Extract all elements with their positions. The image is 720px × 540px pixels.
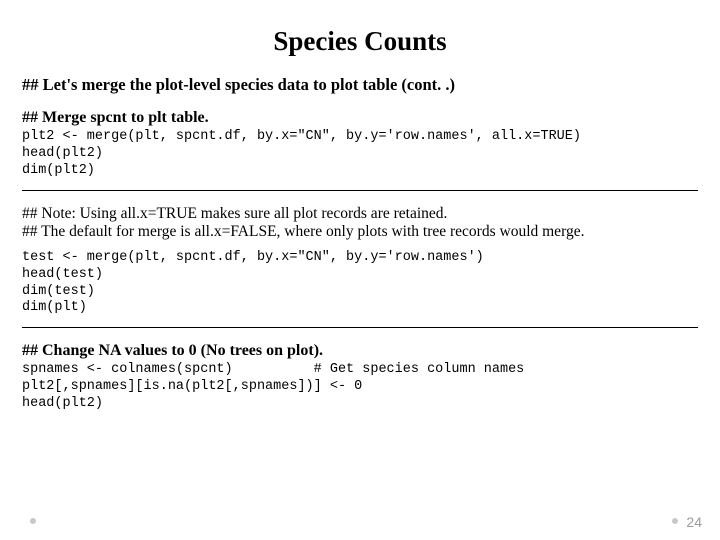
subtitle: ## Let's merge the plot-level species da…	[22, 75, 698, 95]
code-merge: plt2 <- merge(plt, spcnt.df, by.x="CN", …	[22, 129, 698, 180]
code-na: spnames <- colnames(spcnt) # Get species…	[22, 362, 698, 413]
decoration-dot-left	[30, 518, 36, 524]
section-merge-head: ## Merge spcnt to plt table.	[22, 109, 698, 127]
decoration-dot-right	[672, 518, 678, 524]
code-test: test <- merge(plt, spcnt.df, by.x="CN", …	[22, 250, 698, 318]
slide: Species Counts ## Let's merge the plot-l…	[0, 0, 720, 540]
page-number: 24	[686, 514, 702, 530]
section-merge-block: ## Merge spcnt to plt table. plt2 <- mer…	[22, 109, 698, 191]
section-test-block: test <- merge(plt, spcnt.df, by.x="CN", …	[22, 250, 698, 329]
page-title: Species Counts	[22, 26, 698, 57]
note-line-2: ## The default for merge is all.x=FALSE,…	[22, 223, 698, 242]
section-na-head: ## Change NA values to 0 (No trees on pl…	[22, 342, 698, 360]
note-block: ## Note: Using all.x=TRUE makes sure all…	[22, 205, 698, 242]
note-line-1: ## Note: Using all.x=TRUE makes sure all…	[22, 205, 698, 224]
